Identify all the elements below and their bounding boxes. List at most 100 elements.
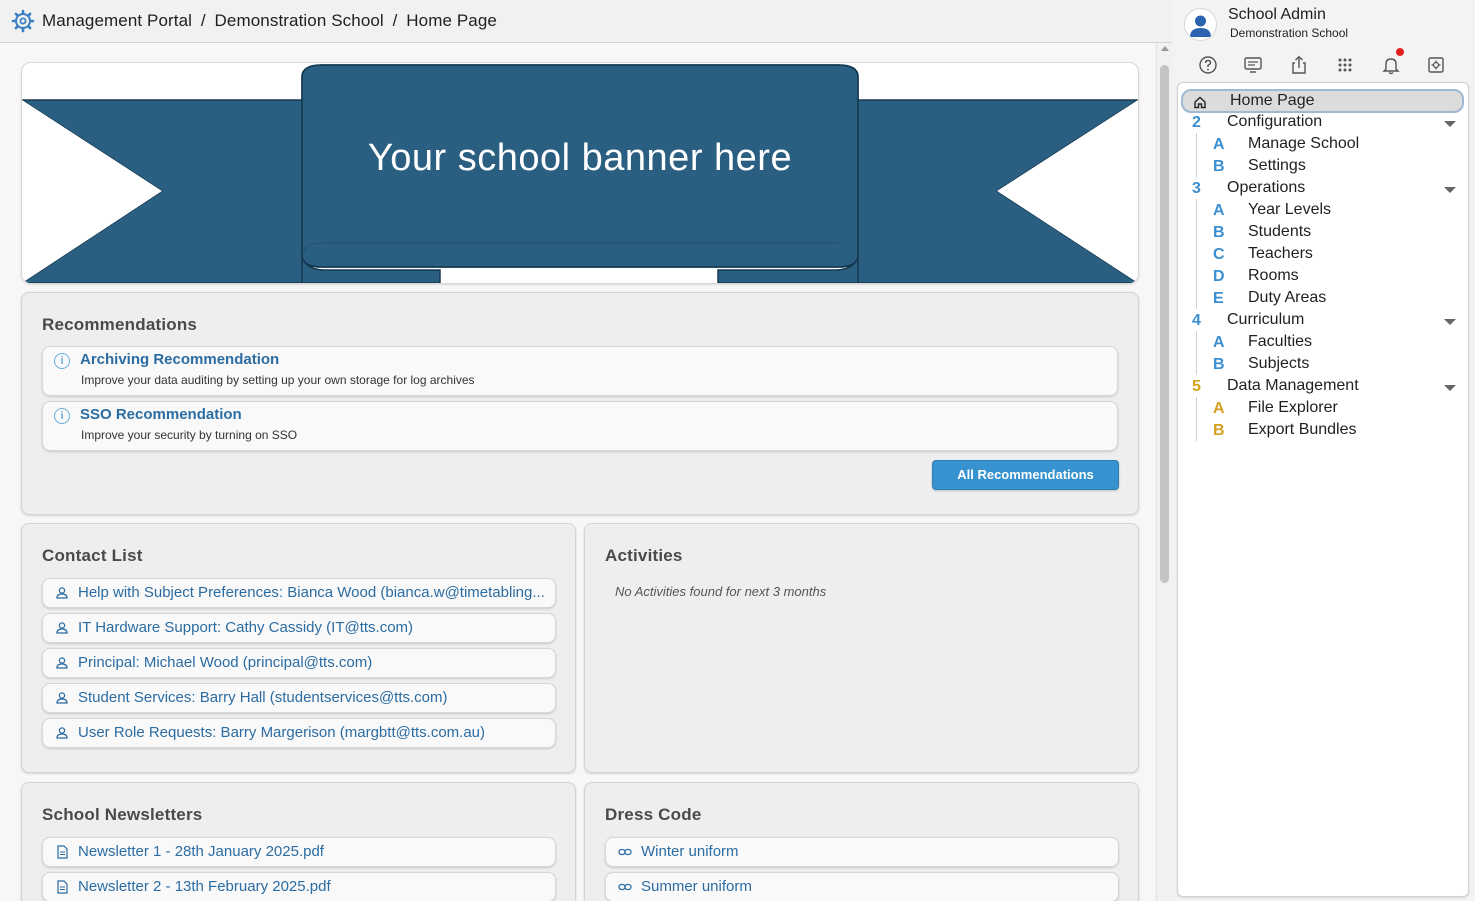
nav-item-label[interactable]: Duty Areas — [1248, 289, 1326, 307]
contact-item[interactable]: Help with Subject Preferences: Bianca Wo… — [42, 578, 556, 608]
user-avatar-icon — [1190, 15, 1211, 37]
share-icon[interactable] — [1289, 55, 1309, 75]
nav-group-number: 3 — [1192, 180, 1201, 197]
dress-code-item[interactable]: Winter uniform — [605, 837, 1119, 867]
recommendation-title[interactable]: Archiving Recommendation — [80, 351, 279, 368]
nav-item-letter: B — [1213, 356, 1225, 373]
gear-logo-icon[interactable] — [11, 9, 35, 33]
dress-code-item[interactable]: Summer uniform — [605, 872, 1119, 901]
nav-group-label[interactable]: Configuration — [1227, 113, 1322, 131]
nav-item-label[interactable]: File Explorer — [1248, 399, 1338, 417]
info-icon: i — [54, 353, 70, 369]
contact-text[interactable]: User Role Requests: Barry Margerison (ma… — [78, 719, 549, 747]
nav-home-label[interactable]: Home Page — [1230, 92, 1315, 110]
apps-grid-icon[interactable] — [1335, 55, 1355, 75]
all-recommendations-button[interactable]: All Recommendations — [932, 460, 1119, 490]
nav-group-data-management[interactable]: 5 Data Management — [1178, 377, 1468, 399]
nav-item-letter: E — [1213, 290, 1224, 307]
link-icon — [618, 848, 632, 856]
nav-group-label[interactable]: Curriculum — [1227, 311, 1304, 329]
contact-text[interactable]: Student Services: Barry Hall (studentser… — [78, 684, 549, 712]
nav-home-page[interactable]: Home Page — [1181, 89, 1464, 113]
contact-item[interactable]: Principal: Michael Wood (principal@tts.c… — [42, 648, 556, 678]
main-scrollbar[interactable] — [1156, 43, 1173, 901]
nav-item-settings[interactable]: B Settings — [1178, 157, 1468, 179]
nav-item-teachers[interactable]: C Teachers — [1178, 245, 1468, 267]
nav-item-label[interactable]: Year Levels — [1248, 201, 1331, 219]
recommendation-item[interactable]: i SSO Recommendation Improve your securi… — [42, 401, 1118, 451]
settings-icon[interactable] — [1426, 55, 1446, 75]
user-area: School Admin Demonstration School — [1176, 0, 1475, 80]
nav-item-file-explorer[interactable]: A File Explorer — [1178, 399, 1468, 421]
recommendation-description: Improve your security by turning on SSO — [81, 428, 298, 442]
help-icon[interactable] — [1198, 55, 1218, 75]
chevron-down-icon[interactable] — [1444, 187, 1456, 193]
nav-item-label[interactable]: Students — [1248, 223, 1311, 241]
contact-text[interactable]: Help with Subject Preferences: Bianca Wo… — [78, 579, 549, 607]
breadcrumb-current-page: Home Page — [406, 11, 497, 30]
school-banner: Your school banner here — [21, 62, 1139, 284]
breadcrumb-school[interactable]: Demonstration School — [215, 11, 384, 30]
newsletter-link[interactable]: Newsletter 2 - 13th February 2025.pdf — [78, 873, 549, 901]
newsletter-link[interactable]: Newsletter 1 - 28th January 2025.pdf — [78, 838, 549, 866]
contact-text[interactable]: IT Hardware Support: Cathy Cassidy (IT@t… — [78, 614, 549, 642]
nav-item-students[interactable]: B Students — [1178, 223, 1468, 245]
recommendation-item[interactable]: i Archiving Recommendation Improve your … — [42, 346, 1118, 396]
nav-item-letter: A — [1213, 400, 1225, 417]
chevron-down-icon[interactable] — [1444, 385, 1456, 391]
nav-item-faculties[interactable]: A Faculties — [1178, 333, 1468, 355]
nav-group-number: 2 — [1192, 114, 1201, 131]
scroll-thumb[interactable] — [1160, 65, 1169, 583]
nav-item-letter: A — [1213, 334, 1225, 351]
chevron-down-icon[interactable] — [1444, 319, 1456, 325]
newsletter-item[interactable]: Newsletter 1 - 28th January 2025.pdf — [42, 837, 556, 867]
breadcrumb: Management Portal / Demonstration School… — [42, 11, 497, 31]
nav-item-letter: B — [1213, 422, 1225, 439]
dress-code-link[interactable]: Summer uniform — [641, 873, 1112, 901]
nav-item-duty-areas[interactable]: E Duty Areas — [1178, 289, 1468, 311]
user-name: School Admin — [1228, 6, 1326, 23]
nav-item-label[interactable]: Manage School — [1248, 135, 1359, 153]
contact-item[interactable]: Student Services: Barry Hall (studentser… — [42, 683, 556, 713]
messages-icon[interactable] — [1243, 55, 1263, 75]
notifications-icon[interactable] — [1381, 55, 1401, 75]
person-icon — [56, 727, 68, 739]
newsletter-item[interactable]: Newsletter 2 - 13th February 2025.pdf — [42, 872, 556, 901]
nav-item-letter: A — [1213, 136, 1225, 153]
nav-tree-line — [1196, 331, 1197, 375]
user-school: Demonstration School — [1230, 26, 1349, 40]
nav-item-export-bundles[interactable]: B Export Bundles — [1178, 421, 1468, 443]
nav-group-operations[interactable]: 3 Operations — [1178, 179, 1468, 201]
nav-item-label[interactable]: Settings — [1248, 157, 1306, 175]
nav-item-label[interactable]: Faculties — [1248, 333, 1312, 351]
contact-item[interactable]: User Role Requests: Barry Margerison (ma… — [42, 718, 556, 748]
nav-item-letter: A — [1213, 202, 1225, 219]
nav-item-label[interactable]: Subjects — [1248, 355, 1309, 373]
contact-item[interactable]: IT Hardware Support: Cathy Cassidy (IT@t… — [42, 613, 556, 643]
scroll-up-arrow-icon[interactable] — [1161, 46, 1169, 51]
nav-item-letter: D — [1213, 268, 1225, 285]
activities-empty-message: No Activities found for next 3 months — [615, 584, 827, 599]
breadcrumb-portal[interactable]: Management Portal — [42, 11, 192, 30]
person-icon — [56, 622, 68, 634]
top-bar: Management Portal / Demonstration School… — [0, 0, 1172, 43]
recommendations-title: Recommendations — [42, 315, 198, 334]
recommendation-title[interactable]: SSO Recommendation — [80, 406, 242, 423]
nav-item-label[interactable]: Export Bundles — [1248, 421, 1357, 439]
nav-group-curriculum[interactable]: 4 Curriculum — [1178, 311, 1468, 333]
nav-item-manage-school[interactable]: A Manage School — [1178, 135, 1468, 157]
nav-group-configuration[interactable]: 2 Configuration — [1178, 113, 1468, 135]
nav-group-label[interactable]: Operations — [1227, 179, 1305, 197]
nav-group-label[interactable]: Data Management — [1227, 377, 1359, 395]
contact-text[interactable]: Principal: Michael Wood (principal@tts.c… — [78, 649, 549, 677]
nav-item-label[interactable]: Teachers — [1248, 245, 1313, 263]
nav-item-rooms[interactable]: D Rooms — [1178, 267, 1468, 289]
avatar[interactable] — [1184, 8, 1217, 41]
nav-item-year-levels[interactable]: A Year Levels — [1178, 201, 1468, 223]
chevron-down-icon[interactable] — [1444, 121, 1456, 127]
nav-item-subjects[interactable]: B Subjects — [1178, 355, 1468, 377]
home-icon — [1194, 96, 1206, 109]
dress-code-link[interactable]: Winter uniform — [641, 838, 1112, 866]
document-icon — [57, 880, 68, 894]
nav-item-label[interactable]: Rooms — [1248, 267, 1299, 285]
